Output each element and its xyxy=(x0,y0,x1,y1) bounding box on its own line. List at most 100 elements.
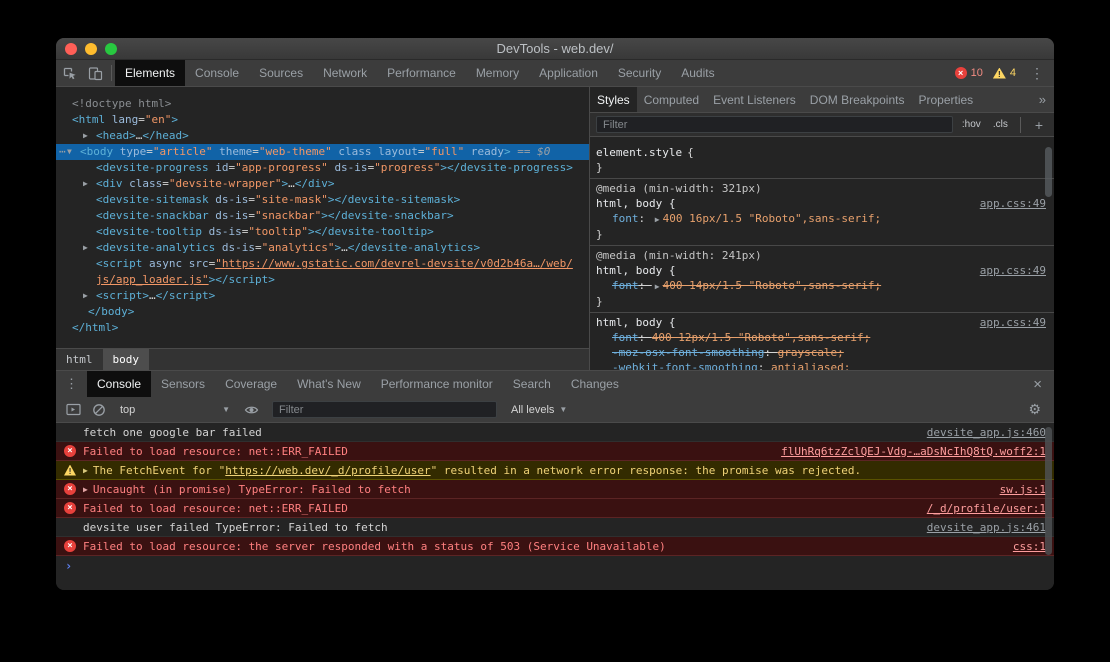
inspect-element-icon[interactable] xyxy=(56,60,82,86)
dom-tree-node[interactable]: ▶<devsite-analytics ds-is="analytics">…<… xyxy=(56,240,589,256)
css-property[interactable]: -webkit-font-smoothing: antialiased; xyxy=(596,360,1046,370)
dom-tree-node[interactable]: ⋯▼<body type="article" theme="web-theme"… xyxy=(56,144,589,160)
toggle-class-button[interactable]: .cls xyxy=(990,118,1011,131)
error-count-badge[interactable]: × 10 xyxy=(955,67,983,79)
tab-computed[interactable]: Computed xyxy=(637,87,706,112)
console-scrollbar[interactable] xyxy=(1044,425,1053,588)
dom-tree-node[interactable]: <!doctype html> xyxy=(56,96,589,112)
scrollbar-thumb[interactable] xyxy=(1045,427,1052,555)
expand-arrow-icon[interactable]: ▶ xyxy=(83,128,88,144)
expand-arrow-icon[interactable]: ▶ xyxy=(83,466,88,475)
stylesheet-link[interactable]: app.css:49 xyxy=(972,315,1046,330)
dom-tree-node[interactable]: <devsite-snackbar ds-is="snackbar"></dev… xyxy=(56,208,589,224)
console-filter-input[interactable] xyxy=(272,401,497,418)
dom-tree-node[interactable]: <html lang="en"> xyxy=(56,112,589,128)
expand-arrow-icon[interactable]: ▶ xyxy=(655,215,660,224)
tab-audits[interactable]: Audits xyxy=(671,60,724,86)
expand-arrow-icon[interactable]: ▼ xyxy=(67,144,72,160)
console-message-error[interactable]: ×Failed to load resource: the server res… xyxy=(56,537,1054,556)
console-message-error[interactable]: ×Failed to load resource: net::ERR_FAILE… xyxy=(56,442,1054,461)
source-link[interactable]: css:1 xyxy=(1001,540,1046,553)
expand-arrow-icon[interactable]: ▶ xyxy=(83,176,88,192)
dom-tree-node[interactable]: ▶<script>…</script> xyxy=(56,288,589,304)
tab-styles[interactable]: Styles xyxy=(590,87,637,112)
tab-console[interactable]: Console xyxy=(185,60,249,86)
console-sidebar-icon[interactable] xyxy=(60,403,86,416)
console-message-warning[interactable]: !▶The FetchEvent for "https://web.dev/_d… xyxy=(56,461,1054,480)
breadcrumb-body[interactable]: body xyxy=(103,349,150,370)
close-window-button[interactable] xyxy=(65,43,77,55)
source-link[interactable]: devsite_app.js:460 xyxy=(915,426,1046,439)
tab-memory[interactable]: Memory xyxy=(466,60,529,86)
minimize-window-button[interactable] xyxy=(85,43,97,55)
clear-console-icon[interactable] xyxy=(86,403,112,417)
dom-tree-node[interactable]: </body> xyxy=(56,304,589,320)
console-message-error[interactable]: ×▶Uncaught (in promise) TypeError: Faile… xyxy=(56,480,1054,499)
rule-selector[interactable]: html, body { xyxy=(596,263,675,278)
tab-sensors[interactable]: Sensors xyxy=(151,371,215,397)
node-menu-icon[interactable]: ⋯ xyxy=(59,144,66,160)
tab-what-s-new[interactable]: What's New xyxy=(287,371,371,397)
css-property[interactable]: font: ▶400 14px/1.5 "Roboto",sans-serif; xyxy=(596,278,1046,294)
tab-search[interactable]: Search xyxy=(503,371,561,397)
stylesheet-link[interactable]: app.css:49 xyxy=(972,196,1046,211)
dom-tree-node[interactable]: <devsite-tooltip ds-is="tooltip"></devsi… xyxy=(56,224,589,240)
warning-count-badge[interactable]: ! 4 xyxy=(993,67,1016,79)
tab-event-listeners[interactable]: Event Listeners xyxy=(706,87,803,112)
device-toolbar-icon[interactable] xyxy=(82,60,108,86)
execution-context-select[interactable]: top ▼ xyxy=(114,404,236,416)
expand-arrow-icon[interactable]: ▶ xyxy=(83,485,88,494)
dom-tree-node[interactable]: <devsite-sitemask ds-is="site-mask"></de… xyxy=(56,192,589,208)
css-property[interactable]: -moz-osx-font-smoothing: grayscale; xyxy=(596,345,1046,360)
tab-properties[interactable]: Properties xyxy=(911,87,980,112)
console-message-error[interactable]: ×Failed to load resource: net::ERR_FAILE… xyxy=(56,499,1054,518)
dom-tree-node[interactable]: ▶<head>…</head> xyxy=(56,128,589,144)
styles-filter-input[interactable] xyxy=(596,116,953,133)
css-property[interactable]: font: 400 12px/1.5 "Roboto",sans-serif; xyxy=(596,330,1046,345)
close-drawer-icon[interactable]: × xyxy=(1021,371,1054,397)
zoom-window-button[interactable] xyxy=(105,43,117,55)
tab-changes[interactable]: Changes xyxy=(561,371,629,397)
breadcrumb-html[interactable]: html xyxy=(56,349,103,370)
toggle-pseudo-button[interactable]: :hov xyxy=(959,118,984,131)
log-levels-select[interactable]: All levels ▼ xyxy=(511,404,567,416)
rule-selector[interactable]: html, body { xyxy=(596,196,675,211)
console-prompt[interactable]: › xyxy=(56,556,1054,575)
message-url-link[interactable]: https://web.dev/_d/profile/user xyxy=(225,464,430,477)
tab-elements[interactable]: Elements xyxy=(115,60,185,86)
tab-network[interactable]: Network xyxy=(313,60,377,86)
source-link[interactable]: flUhRq6tzZclQEJ-Vdg-…aDsNcIhQ8tQ.woff2:1 xyxy=(769,445,1046,458)
stylesheet-link[interactable]: app.css:49 xyxy=(972,263,1046,278)
dom-tree-node[interactable]: <script async src="https://www.gstatic.c… xyxy=(56,256,589,272)
console-message-log[interactable]: devsite user failed TypeError: Failed to… xyxy=(56,518,1054,537)
element-style-selector[interactable]: element.style xyxy=(596,145,682,160)
console-settings-gear-icon[interactable]: ⚙ xyxy=(1019,401,1050,418)
drawer-menu-icon[interactable]: ⋮ xyxy=(56,371,87,397)
dom-tree-node[interactable]: <devsite-progress id="app-progress" ds-i… xyxy=(56,160,589,176)
console-message-log[interactable]: fetch one google bar faileddevsite_app.j… xyxy=(56,423,1054,442)
source-link[interactable]: sw.js:1 xyxy=(988,483,1046,496)
styles-scrollbar[interactable] xyxy=(1044,115,1053,368)
tab-console[interactable]: Console xyxy=(87,371,151,397)
more-options-icon[interactable]: ⋮ xyxy=(1026,65,1048,82)
live-expression-eye-icon[interactable] xyxy=(238,404,264,416)
scrollbar-thumb[interactable] xyxy=(1045,147,1052,197)
dom-tree-node[interactable]: js/app_loader.js"></script> xyxy=(56,272,589,288)
dom-tree-node[interactable]: </html> xyxy=(56,320,589,336)
expand-arrow-icon[interactable]: ▶ xyxy=(83,288,88,304)
source-link[interactable]: /_d/profile/user:1 xyxy=(915,502,1046,515)
tab-application[interactable]: Application xyxy=(529,60,608,86)
expand-arrow-icon[interactable]: ▶ xyxy=(655,282,660,291)
tab-sources[interactable]: Sources xyxy=(249,60,313,86)
tab-performance-monitor[interactable]: Performance monitor xyxy=(371,371,503,397)
tab-security[interactable]: Security xyxy=(608,60,671,86)
source-link[interactable]: devsite_app.js:461 xyxy=(915,521,1046,534)
expand-arrow-icon[interactable]: ▶ xyxy=(83,240,88,256)
rule-selector[interactable]: html, body { xyxy=(596,315,675,330)
tab-dom-breakpoints[interactable]: DOM Breakpoints xyxy=(803,87,912,112)
tab-performance[interactable]: Performance xyxy=(377,60,466,86)
more-tabs-icon[interactable]: » xyxy=(1031,87,1054,112)
css-property[interactable]: font: ▶400 16px/1.5 "Roboto",sans-serif; xyxy=(596,211,1046,227)
dom-tree-node[interactable]: ▶<div class="devsite-wrapper">…</div> xyxy=(56,176,589,192)
tab-coverage[interactable]: Coverage xyxy=(215,371,287,397)
